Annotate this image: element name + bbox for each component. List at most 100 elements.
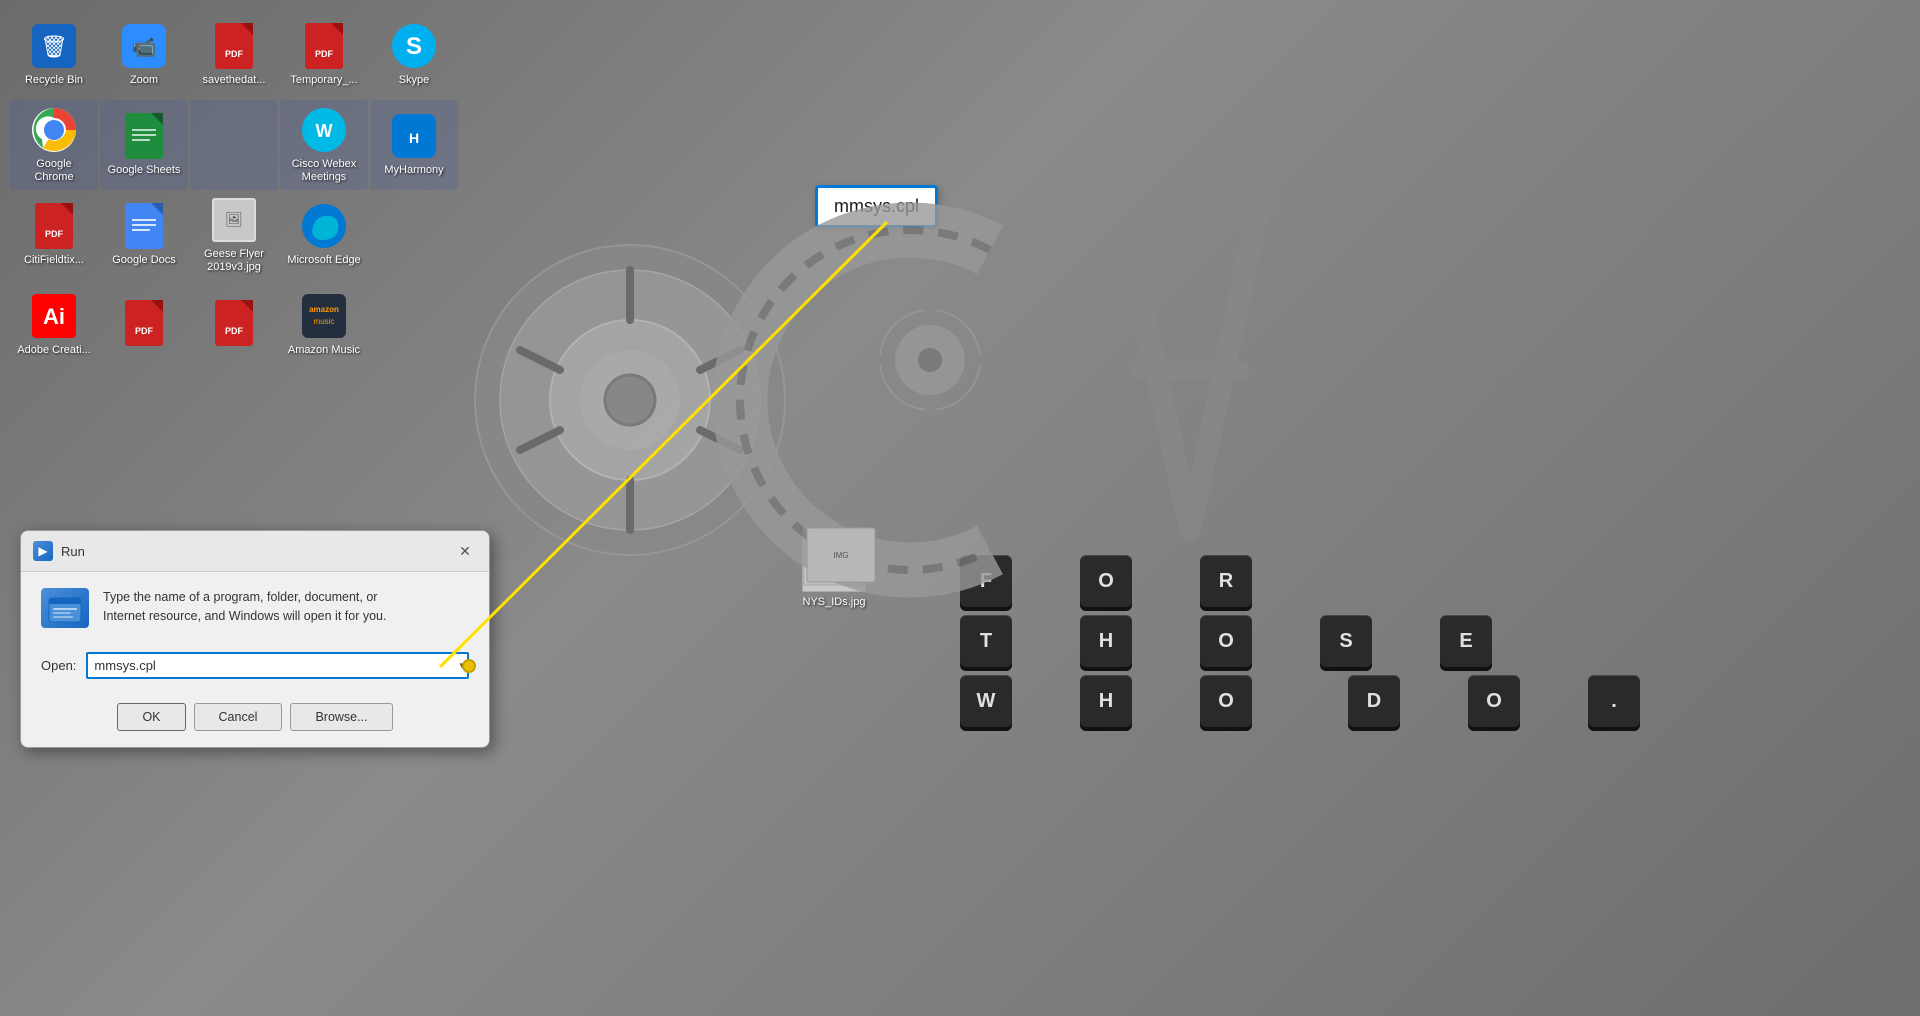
key-o4: O (1468, 675, 1520, 727)
run-dialog-title-area: ▶ Run (33, 541, 85, 561)
keyboard-decoration: F O R T H O S E W H O D O . (960, 555, 1640, 735)
mmsys-tooltip-text: mmsys.cpl (834, 196, 919, 216)
zoom-icon: 📹 (120, 22, 168, 70)
svg-text:📹: 📹 (132, 37, 157, 59)
myharmony-icon: H (390, 112, 438, 160)
amazon-music-label: Amazon Music (288, 344, 360, 357)
desktop-icon-webex[interactable]: W Cisco Webex Meetings (280, 100, 368, 190)
citifield-label: CitiFieldtix... (24, 254, 84, 267)
sheets-label: Google Sheets (108, 164, 181, 177)
run-dialog-large-icon (41, 588, 89, 628)
nys-ids-label: NYS_IDs.jpg (803, 596, 866, 608)
key-dot: . (1588, 675, 1640, 727)
recycle-bin-icon: 🗑 (30, 22, 78, 70)
desktop-icon-savethedate[interactable]: PDF savethedat... (190, 10, 278, 100)
desktop-icon-myharmony[interactable]: H MyHarmony (370, 100, 458, 190)
geese-flyer-icon: 🖼 (210, 196, 258, 244)
google-docs-label: Google Docs (112, 254, 176, 267)
key-o2: O (1200, 615, 1252, 667)
run-ok-button[interactable]: OK (117, 703, 185, 731)
key-t: T (960, 615, 1012, 667)
key-o: O (1080, 555, 1132, 607)
svg-text:H: H (409, 130, 419, 146)
geese-flyer-label: Geese Flyer 2019v3.jpg (196, 248, 272, 274)
key-h: H (1080, 615, 1132, 667)
desktop-icon-blank1 (190, 100, 278, 190)
svg-text:music: music (314, 317, 335, 326)
key-e: E (1440, 615, 1492, 667)
desktop-icon-recycle-bin[interactable]: 🗑 Recycle Bin (10, 10, 98, 100)
webex-icon: W (300, 106, 348, 154)
svg-text:Ai: Ai (43, 304, 65, 329)
svg-text:S: S (406, 33, 422, 60)
svg-text:PDF: PDF (315, 49, 334, 59)
citifield-icon: PDF (30, 202, 78, 250)
adobe-label: Adobe Creati... (17, 344, 90, 357)
recycle-bin-label: Recycle Bin (25, 74, 83, 87)
run-browse-button[interactable]: Browse... (290, 703, 392, 731)
desktop-icon-temporary[interactable]: PDF Temporary_... (280, 10, 368, 100)
svg-text:ID Card: ID Card (819, 554, 849, 564)
chrome-label: Google Chrome (16, 158, 92, 184)
desktop-icon-edge[interactable]: Microsoft Edge (280, 190, 368, 280)
svg-text:amazon: amazon (309, 305, 339, 314)
key-r: R (1200, 555, 1252, 607)
savethedate-label: savethedat... (203, 74, 266, 87)
nys-ids-icon: ID Card (802, 528, 866, 592)
desktop-icon-chrome[interactable]: Google Chrome (10, 100, 98, 190)
run-dialog-body: Type the name of a program, folder, docu… (21, 572, 489, 644)
svg-text:🗑: 🗑 (40, 34, 68, 59)
zoom-label: Zoom (130, 74, 158, 87)
svg-text:PDF: PDF (225, 326, 244, 336)
run-cancel-button[interactable]: Cancel (194, 703, 283, 731)
keyboard-row-1: F O R (960, 555, 1640, 607)
run-open-input-wrapper: ▾ (86, 652, 469, 679)
svg-text:🖼: 🖼 (225, 211, 243, 227)
nys-ids-file[interactable]: ID Card NYS_IDs.jpg (790, 528, 878, 608)
run-description-line2: Internet resource, and Windows will open… (103, 609, 386, 623)
amazon-music-icon: amazon music (300, 292, 348, 340)
desktop-icon-skype[interactable]: S Skype (370, 10, 458, 100)
desktop-icons-container: 🗑 Recycle Bin 📹 Zoom PDF savethedat... (0, 0, 470, 380)
sheets-icon (120, 112, 168, 160)
run-dialog-close-button[interactable]: ✕ (453, 539, 477, 563)
edge-label: Microsoft Edge (287, 254, 360, 267)
skype-icon: S (390, 22, 438, 70)
google-docs-icon (120, 202, 168, 250)
desktop-icon-zoom[interactable]: 📹 Zoom (100, 10, 188, 100)
key-f: F (960, 555, 1012, 607)
pdf2-icon: PDF (210, 299, 258, 347)
svg-text:PDF: PDF (225, 49, 244, 59)
temporary-icon: PDF (300, 22, 348, 70)
keyboard-row-2: T H O S E (960, 615, 1640, 667)
run-dialog-icon: ▶ (33, 541, 53, 561)
desktop-icon-adobe[interactable]: Ai Adobe Creati... (10, 280, 98, 370)
desktop-icon-geese-flyer[interactable]: 🖼 Geese Flyer 2019v3.jpg (190, 190, 278, 280)
run-dialog-open-row: Open: ▾ (21, 644, 489, 695)
desktop-icon-pdf1[interactable]: PDF (100, 280, 188, 370)
key-h2: H (1080, 675, 1132, 727)
run-open-label: Open: (41, 658, 76, 673)
key-w: W (960, 675, 1012, 727)
adobe-icon: Ai (30, 292, 78, 340)
yellow-dot-indicator (462, 659, 476, 673)
run-open-input[interactable] (86, 652, 469, 679)
desktop-icon-citifield[interactable]: PDF CitiFieldtix... (10, 190, 98, 280)
edge-icon (300, 202, 348, 250)
run-dialog-title-text: Run (61, 544, 85, 559)
mmsys-tooltip: mmsys.cpl (815, 185, 938, 228)
desktop-icon-pdf2[interactable]: PDF (190, 280, 278, 370)
chrome-icon (30, 106, 78, 154)
key-s: S (1320, 615, 1372, 667)
temporary-label: Temporary_... (290, 74, 357, 87)
myharmony-label: MyHarmony (384, 164, 443, 177)
savethedate-icon: PDF (210, 22, 258, 70)
webex-label: Cisco Webex Meetings (286, 158, 362, 184)
desktop-icon-amazon-music[interactable]: amazon music Amazon Music (280, 280, 368, 370)
run-dialog-buttons: OK Cancel Browse... (21, 695, 489, 747)
key-d: D (1348, 675, 1400, 727)
svg-text:W: W (316, 121, 333, 141)
desktop-icon-google-docs[interactable]: Google Docs (100, 190, 188, 280)
desktop-icon-sheets[interactable]: Google Sheets (100, 100, 188, 190)
svg-text:PDF: PDF (45, 229, 64, 239)
